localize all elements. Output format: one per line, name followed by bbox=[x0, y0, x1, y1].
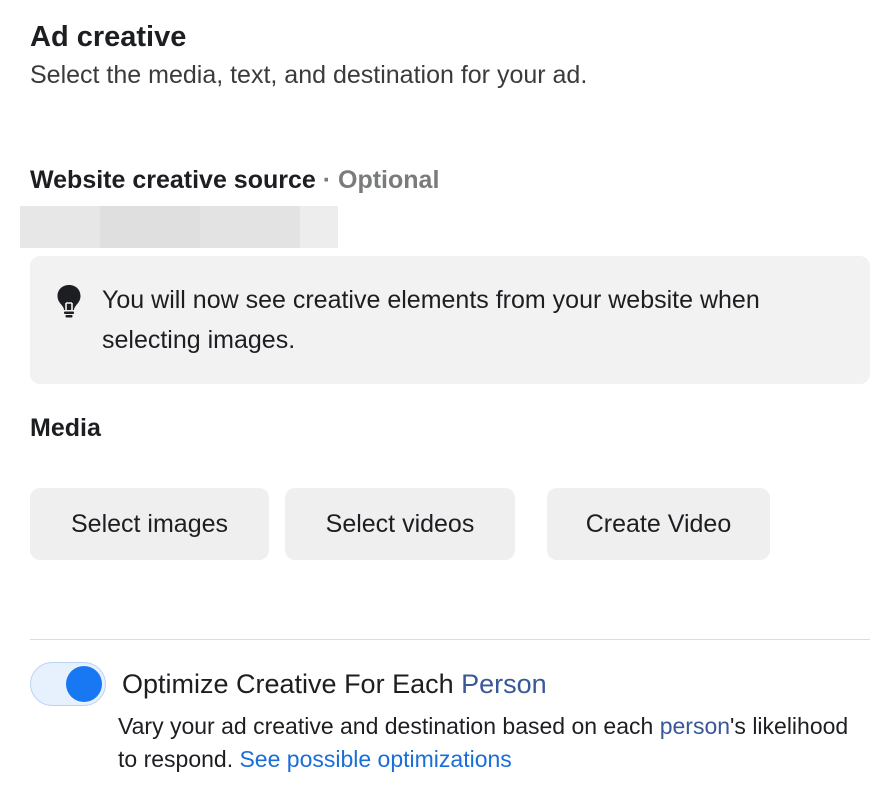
website-source-label-text: Website creative source bbox=[30, 166, 316, 194]
website-creative-source-label: Website creative source · Optional bbox=[30, 163, 439, 197]
optional-tag: Optional bbox=[338, 166, 440, 194]
section-divider bbox=[30, 639, 870, 640]
optimize-creative-toggle[interactable] bbox=[30, 662, 106, 706]
media-label: Media bbox=[30, 414, 101, 442]
section-title: Ad creative bbox=[30, 21, 187, 53]
section-subtitle: Select the media, text, and destination … bbox=[30, 61, 588, 89]
select-videos-button[interactable]: Select videos bbox=[285, 488, 515, 560]
optimize-label-text: Optimize Creative For Each bbox=[122, 669, 462, 699]
create-video-button[interactable]: Create Video bbox=[547, 488, 770, 560]
separator-dot: · bbox=[315, 166, 339, 194]
person-link-inline[interactable]: person bbox=[660, 713, 730, 739]
optimize-creative-description: Vary your ad creative and destination ba… bbox=[118, 710, 858, 776]
lightbulb-icon bbox=[57, 285, 81, 318]
info-notice: You will now see creative elements from … bbox=[30, 256, 870, 384]
redacted-website-source bbox=[20, 206, 338, 248]
toggle-knob bbox=[66, 666, 102, 702]
person-link[interactable]: Person bbox=[461, 669, 547, 699]
optimize-creative-label: Optimize Creative For Each Person bbox=[122, 667, 547, 701]
select-images-button[interactable]: Select images bbox=[30, 488, 269, 560]
desc-text-1: Vary your ad creative and destination ba… bbox=[118, 713, 660, 739]
notice-text: You will now see creative elements from … bbox=[102, 286, 760, 354]
see-possible-optimizations-link[interactable]: See possible optimizations bbox=[239, 746, 511, 772]
